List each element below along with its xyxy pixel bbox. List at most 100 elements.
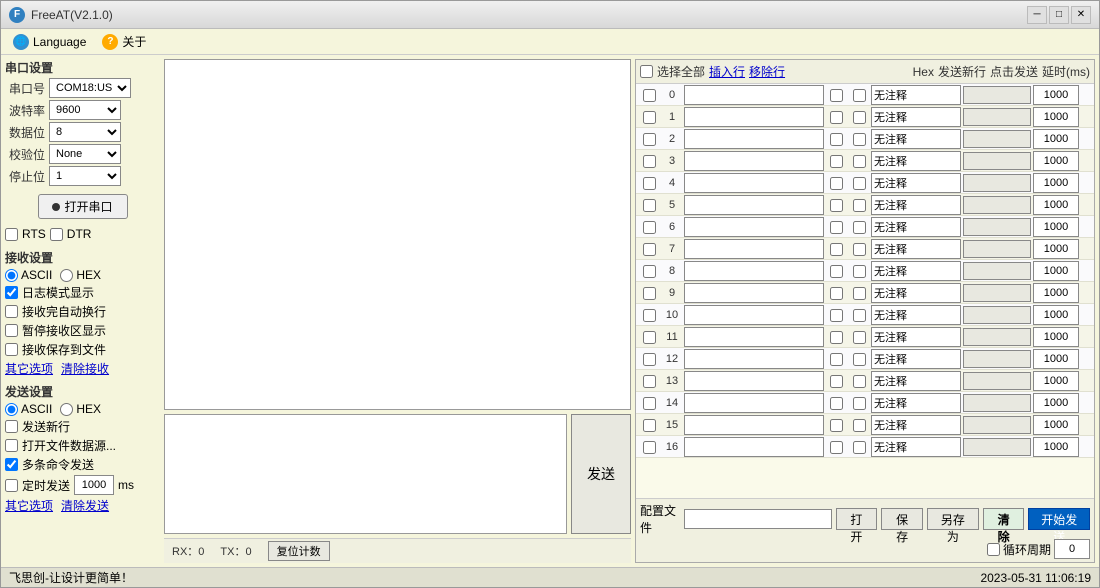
hex-checkbox[interactable] [830,353,843,366]
newline-checkbox[interactable] [853,419,866,432]
row-select-checkbox[interactable] [643,111,656,124]
delay-input[interactable] [1033,85,1079,105]
row-select-checkbox[interactable] [643,287,656,300]
comment-input[interactable] [871,349,961,369]
start-send-button[interactable]: 开始发送 [1028,508,1090,530]
hex-checkbox[interactable] [830,221,843,234]
newline-checkbox[interactable] [853,133,866,146]
cycle-period-checkbox[interactable] [987,543,1000,556]
newline-checkbox[interactable] [853,265,866,278]
comment-input[interactable] [871,129,961,149]
hex-checkbox[interactable] [830,331,843,344]
row-select-checkbox[interactable] [643,177,656,190]
language-menu[interactable]: 🌐 Language [5,32,94,52]
comment-input[interactable] [871,305,961,325]
minimize-button[interactable]: ─ [1027,6,1047,24]
click-send-button[interactable] [963,284,1031,302]
recv-other-options-link[interactable]: 其它选项 [5,360,53,377]
row-select-checkbox[interactable] [643,221,656,234]
auto-wrap-checkbox[interactable] [5,305,18,318]
row-select-checkbox[interactable] [643,419,656,432]
delete-row-link[interactable]: 移除行 [749,63,785,80]
select-all-checkbox[interactable] [640,65,653,78]
click-send-button[interactable] [963,372,1031,390]
delay-input[interactable] [1033,173,1079,193]
cmd-text-input[interactable] [684,437,824,457]
hex-checkbox[interactable] [830,397,843,410]
baud-select[interactable]: 9600 [49,100,121,120]
comment-input[interactable] [871,217,961,237]
cmd-text-input[interactable] [684,393,824,413]
delay-input[interactable] [1033,393,1079,413]
newline-checkbox[interactable] [853,287,866,300]
cmd-text-input[interactable] [684,85,824,105]
cmd-text-input[interactable] [684,327,824,347]
comment-input[interactable] [871,107,961,127]
click-send-button[interactable] [963,108,1031,126]
cmd-text-input[interactable] [684,239,824,259]
delay-input[interactable] [1033,415,1079,435]
open-port-button[interactable]: 打开串口 [38,194,128,219]
delay-input[interactable] [1033,283,1079,303]
save-config-button[interactable]: 保存 [881,508,923,530]
save-as-config-button[interactable]: 另存为 [927,508,979,530]
delay-input[interactable] [1033,327,1079,347]
comment-input[interactable] [871,85,961,105]
pause-display-checkbox[interactable] [5,324,18,337]
delay-input[interactable] [1033,349,1079,369]
click-send-button[interactable] [963,152,1031,170]
hex-checkbox[interactable] [830,419,843,432]
row-select-checkbox[interactable] [643,375,656,388]
click-send-button[interactable] [963,130,1031,148]
delay-input[interactable] [1033,239,1079,259]
send-other-options-link[interactable]: 其它选项 [5,497,53,514]
newline-checkbox[interactable] [853,155,866,168]
click-send-button[interactable] [963,328,1031,346]
maximize-button[interactable]: □ [1049,6,1069,24]
hex-checkbox[interactable] [830,287,843,300]
send-button[interactable]: 发送 [571,414,631,534]
delay-input[interactable] [1033,261,1079,281]
newline-checkbox[interactable] [853,177,866,190]
row-select-checkbox[interactable] [643,309,656,322]
cmd-text-input[interactable] [684,151,824,171]
row-select-checkbox[interactable] [643,243,656,256]
row-select-checkbox[interactable] [643,199,656,212]
hex-checkbox[interactable] [830,89,843,102]
cmd-text-input[interactable] [684,283,824,303]
row-select-checkbox[interactable] [643,155,656,168]
send-newline-checkbox[interactable] [5,420,18,433]
delay-input[interactable] [1033,195,1079,215]
comment-input[interactable] [871,283,961,303]
row-select-checkbox[interactable] [643,397,656,410]
click-send-button[interactable] [963,196,1031,214]
multi-cmd-checkbox[interactable] [5,458,18,471]
cmd-text-input[interactable] [684,173,824,193]
cmd-text-input[interactable] [684,371,824,391]
send-textarea[interactable] [165,415,566,533]
recv-hex-radio[interactable] [60,269,73,282]
cmd-text-input[interactable] [684,305,824,325]
row-select-checkbox[interactable] [643,133,656,146]
delay-input[interactable] [1033,151,1079,171]
newline-checkbox[interactable] [853,309,866,322]
cmd-text-input[interactable] [684,217,824,237]
send-hex-radio[interactable] [60,403,73,416]
comment-input[interactable] [871,393,961,413]
hex-checkbox[interactable] [830,177,843,190]
delay-input[interactable] [1033,305,1079,325]
click-send-button[interactable] [963,394,1031,412]
click-send-button[interactable] [963,174,1031,192]
comment-input[interactable] [871,173,961,193]
open-file-checkbox[interactable] [5,439,18,452]
click-send-button[interactable] [963,262,1031,280]
row-select-checkbox[interactable] [643,441,656,454]
newline-checkbox[interactable] [853,353,866,366]
insert-row-link[interactable]: 插入行 [709,63,745,80]
hex-checkbox[interactable] [830,375,843,388]
hex-checkbox[interactable] [830,265,843,278]
newline-checkbox[interactable] [853,111,866,124]
click-send-button[interactable] [963,416,1031,434]
clear-config-button[interactable]: 清除 [983,508,1025,530]
hex-checkbox[interactable] [830,133,843,146]
